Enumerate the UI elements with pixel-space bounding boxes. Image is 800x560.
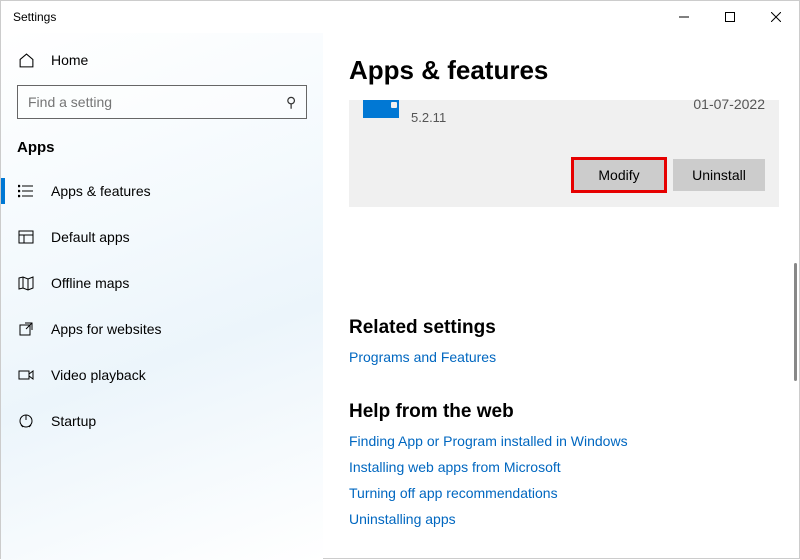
nav-label: Default apps: [51, 229, 130, 245]
nav-label: Offline maps: [51, 275, 129, 291]
link-help-1[interactable]: Installing web apps from Microsoft: [349, 459, 779, 475]
open-icon: [17, 320, 35, 338]
nav-apps-features[interactable]: Apps & features: [1, 168, 323, 214]
home-icon: [17, 51, 35, 69]
nav-label: Apps & features: [51, 183, 151, 199]
nav-default-apps[interactable]: Default apps: [1, 214, 323, 260]
modify-button[interactable]: Modify: [573, 159, 665, 191]
titlebar: Settings: [1, 1, 799, 33]
help-title: Help from the web: [349, 401, 779, 423]
window-title: Settings: [13, 10, 661, 24]
link-help-0[interactable]: Finding App or Program installed in Wind…: [349, 433, 779, 449]
sidebar: Home ⚲ Apps Apps & features Default apps…: [1, 33, 323, 560]
window-controls: [661, 1, 799, 33]
close-button[interactable]: [753, 1, 799, 33]
search-input[interactable]: [28, 94, 286, 110]
nav-offline-maps[interactable]: Offline maps: [1, 260, 323, 306]
minimize-button[interactable]: [661, 1, 707, 33]
link-programs-features[interactable]: Programs and Features: [349, 349, 779, 365]
nav-apps-websites[interactable]: Apps for websites: [1, 306, 323, 352]
search-box[interactable]: ⚲: [17, 85, 307, 119]
scrollbar[interactable]: [794, 263, 797, 381]
page-title: Apps & features: [349, 55, 779, 86]
maximize-button[interactable]: [707, 1, 753, 33]
nav-video-playback[interactable]: Video playback: [1, 352, 323, 398]
app-version: 5.2.11: [411, 110, 765, 125]
home-label: Home: [51, 52, 88, 68]
nav-label: Startup: [51, 413, 96, 429]
related-settings-section: Related settings Programs and Features: [349, 317, 779, 365]
nav-startup[interactable]: Startup: [1, 398, 323, 444]
app-install-date: 01-07-2022: [693, 96, 765, 112]
uninstall-button[interactable]: Uninstall: [673, 159, 765, 191]
search-icon: ⚲: [286, 94, 296, 111]
nav-label: Video playback: [51, 367, 146, 383]
defaults-icon: [17, 228, 35, 246]
app-item[interactable]: 01-07-2022 5.2.11 Modify Uninstall: [349, 100, 779, 207]
video-icon: [17, 366, 35, 384]
list-icon: [17, 182, 35, 200]
related-title: Related settings: [349, 317, 779, 339]
category-header: Apps: [1, 133, 323, 168]
startup-icon: [17, 412, 35, 430]
app-icon: [363, 100, 399, 118]
main-content: Apps & features 01-07-2022 5.2.11 Modify…: [323, 33, 799, 560]
link-help-2[interactable]: Turning off app recommendations: [349, 485, 779, 501]
help-section: Help from the web Finding App or Program…: [349, 401, 779, 527]
map-icon: [17, 274, 35, 292]
link-help-3[interactable]: Uninstalling apps: [349, 511, 779, 527]
nav-label: Apps for websites: [51, 321, 162, 337]
home-nav[interactable]: Home: [1, 43, 323, 77]
